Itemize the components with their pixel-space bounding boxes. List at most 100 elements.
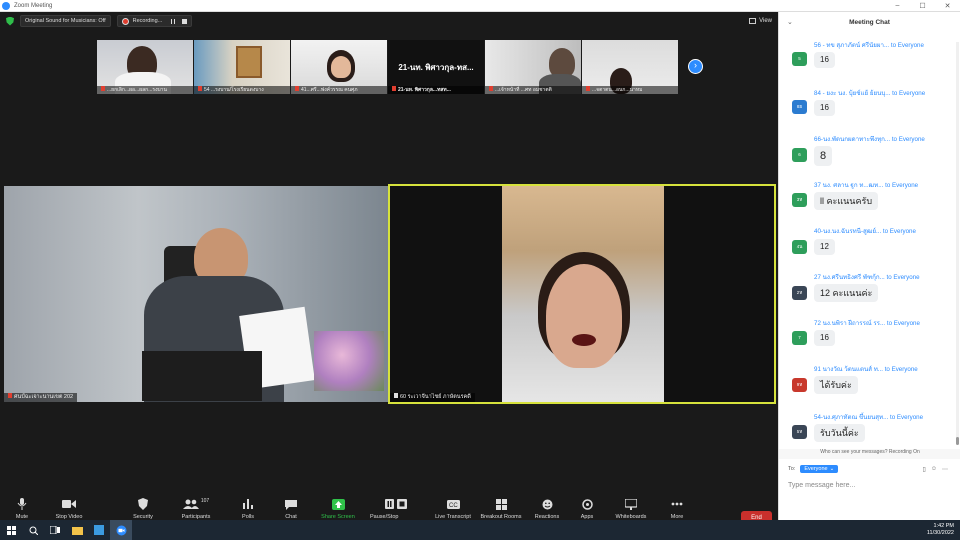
message-text: 12 คะแนนค่ะ xyxy=(814,284,879,302)
participant-face xyxy=(331,56,351,78)
sender-avatar: 5 xyxy=(792,52,807,66)
sender-name: 27 นง.ศรีนทธิงศรี พัฑกุ้ก... xyxy=(814,274,885,281)
chat-message: 8ย 84 - ยงะ นง. บุ้ยช์แย้ ย้ยนบุ... to E… xyxy=(779,88,957,132)
file-icon[interactable]: ▯ xyxy=(923,466,926,473)
minimize-button[interactable]: – xyxy=(885,2,910,10)
to-everyone-label: to Everyone xyxy=(885,182,919,189)
speaker-face xyxy=(546,264,622,368)
original-sound-toggle[interactable]: Original Sound for Musicians: Off xyxy=(20,15,111,27)
participant-thumbnail[interactable]: ...จตาตน...อนก...นาหม xyxy=(582,40,678,94)
chat-scrollbar[interactable] xyxy=(956,42,959,445)
laptop xyxy=(142,351,262,401)
participant-thumbnail[interactable]: ...เจ้าหน้าที่ ...ศท อมชาตติ xyxy=(485,40,581,94)
encryption-shield-icon[interactable] xyxy=(6,16,14,26)
reactions-icon xyxy=(542,499,552,509)
recipient-row: To: Everyone ⌄ xyxy=(788,465,839,473)
more-options-icon[interactable]: ⋯ xyxy=(942,466,948,473)
chat-message: 4น 40-นง.นง.ฉันรทนี-สูฒย์... to Everyone… xyxy=(779,226,957,270)
scrollbar-thumb[interactable] xyxy=(956,437,959,445)
to-label: To: xyxy=(788,466,796,472)
sender-avatar: 7 xyxy=(792,331,807,345)
to-everyone-label: to Everyone xyxy=(891,136,925,143)
chevron-down-icon[interactable]: ⌄ xyxy=(787,18,793,26)
chat-messages[interactable]: 5 56 - ทข สุภาภัตน์ ศรีนัยผา... to Every… xyxy=(779,32,957,448)
app-icon xyxy=(94,525,104,535)
clock-time: 1:42 PM xyxy=(933,523,954,529)
chat-input[interactable]: Type message here... xyxy=(788,482,953,489)
window-title: Zoom Meeting xyxy=(14,2,53,9)
participants-button[interactable]: 107 Participants xyxy=(170,497,222,520)
sender-avatar: 3ห xyxy=(792,193,807,207)
speaker-mouth xyxy=(572,334,596,346)
pause-recording-icon xyxy=(385,499,407,509)
share-screen-button[interactable]: Share Screen xyxy=(312,497,364,520)
participant-thumbnail[interactable]: 41...ศรี...ฟงค์วรรณ คนศุภ xyxy=(291,40,387,94)
participant-thumbnail[interactable]: 54 ...รงบาน/โรงเรียนดงบาง xyxy=(194,40,290,94)
participant-thumbnail[interactable]: ...ยกเลิก...ผอ...ผลก...รงบาน xyxy=(97,40,193,94)
sender-avatar: 8ย xyxy=(792,100,807,114)
message-text: 12 xyxy=(814,239,835,255)
chat-message: 5ห 54-นง.ศุภาทัตณ ขึ้นยนสุท... to Everyo… xyxy=(779,412,957,448)
polls-icon xyxy=(243,499,253,509)
message-text: รับวันนี้ค่ะ xyxy=(814,424,865,442)
search-icon xyxy=(29,526,38,535)
to-everyone-label: to Everyone xyxy=(886,320,920,327)
chat-tools: ▯ ☺ ⋯ xyxy=(923,466,948,473)
participant-name: 41...ศรี...ฟงค์วรรณ คนศุภ xyxy=(301,87,358,93)
task-view-button[interactable] xyxy=(44,520,66,540)
chat-message: 3ห 37 นง. ศลาน ฐูก ท...ฒท... to Everyone… xyxy=(779,180,957,224)
participants-count: 107 xyxy=(200,498,210,504)
sender-avatar: 4น xyxy=(792,240,807,254)
security-button[interactable]: Security xyxy=(117,497,169,520)
gallery-strip: ...ยกเลิก...ผอ...ผลก...รงบาน 54 ...รงบาน… xyxy=(97,40,678,94)
pause-recording-icon[interactable] xyxy=(171,18,176,24)
file-explorer-taskbar-item[interactable] xyxy=(66,520,88,540)
sender-avatar: 6 xyxy=(792,148,807,162)
search-button[interactable] xyxy=(22,520,44,540)
live-transcript-button[interactable]: CC Live Transcript xyxy=(427,497,479,520)
video-name-label: ศนป์ฉะเจาะนานเขต 202 xyxy=(14,394,74,400)
to-everyone-label: to Everyone xyxy=(890,414,924,421)
close-button[interactable]: ✕ xyxy=(935,2,960,10)
chat-icon xyxy=(285,499,297,510)
app-taskbar-item[interactable] xyxy=(88,520,110,540)
microphone-icon xyxy=(17,498,27,510)
whiteboards-button[interactable]: Whiteboards xyxy=(605,497,657,520)
breakout-rooms-button[interactable]: Breakout Rooms xyxy=(475,497,527,520)
more-button[interactable]: More xyxy=(651,497,703,520)
who-can-see-link[interactable]: Who can see your messages? Recording On xyxy=(779,449,960,459)
task-view-icon xyxy=(50,526,60,534)
speaker-video-left[interactable]: ศนป์ฉะเจาะนานเขต 202 xyxy=(4,186,388,402)
svg-text:CC: CC xyxy=(449,503,458,509)
chat-button[interactable]: Chat xyxy=(265,497,317,520)
view-button[interactable]: View xyxy=(749,18,772,24)
video-name-label: 60 ระเวาจีนาไชย์ ภาษัตนรคดี xyxy=(400,394,471,400)
recording-label: Recording... xyxy=(132,18,163,24)
recipient-dropdown[interactable]: Everyone ⌄ xyxy=(800,465,839,473)
stop-video-button[interactable]: Stop Video xyxy=(43,497,95,520)
cc-icon: CC xyxy=(446,499,460,509)
next-page-button[interactable]: › xyxy=(688,59,703,74)
mic-off-icon xyxy=(198,86,202,91)
participant-name: ...เจ้าหน้าที่ ...ศท อมชาตติ xyxy=(495,87,552,93)
start-button[interactable] xyxy=(0,520,22,540)
maximize-button[interactable]: ☐ xyxy=(910,2,935,10)
sender-avatar: 9ห xyxy=(792,378,807,392)
stop-recording-icon[interactable] xyxy=(182,18,188,24)
to-everyone-label: to Everyone xyxy=(884,366,918,373)
mic-off-icon xyxy=(392,86,396,91)
emoji-icon[interactable]: ☺ xyxy=(931,466,937,473)
to-everyone-label: to Everyone xyxy=(890,42,924,49)
mic-on-icon xyxy=(394,393,398,398)
system-clock[interactable]: 1:42 PM 11/30/2022 xyxy=(927,523,954,537)
chat-message: 7 72 นง.นพิรา ฝีถารรณ์ รร... to Everyone… xyxy=(779,318,957,362)
zoom-taskbar-item[interactable] xyxy=(110,520,132,540)
zoom-app-icon xyxy=(116,525,126,535)
speaker-video-right[interactable]: 60 ระเวาจีนาไชย์ ภาษัตนรคดี xyxy=(388,184,776,404)
participant-thumbnail[interactable]: 21-นท. พิศาวกุล-ทส... 21-นท. พิศาวกุล...… xyxy=(388,40,484,94)
sender-name: 72 นง.นพิรา ฝีถารรณ์ รร... xyxy=(814,320,886,327)
shield-icon xyxy=(138,498,148,510)
chevron-down-icon: ⌄ xyxy=(829,466,835,472)
video-camera-icon xyxy=(62,500,76,508)
mute-button[interactable]: Mute xyxy=(0,497,48,520)
